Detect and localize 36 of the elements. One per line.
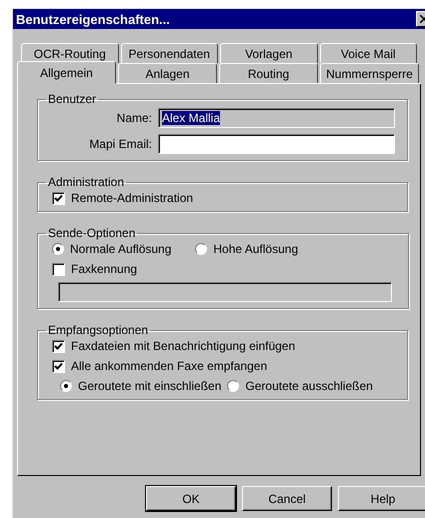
group-title: Sende-Optionen	[47, 226, 136, 240]
field-value: Alex Mallia	[162, 111, 220, 125]
group-title: Empfangsoptionen	[47, 323, 150, 337]
group-title: Benutzer	[47, 92, 98, 106]
radio-label: Geroutete mit einschließen	[78, 379, 222, 393]
field-label: Mapi Email:	[88, 137, 152, 151]
text-field[interactable]	[158, 134, 395, 154]
checkbox-label: Faxdateien mit Benachrichtigung einfügen	[71, 339, 296, 353]
dialog-button[interactable]: OK	[146, 486, 236, 511]
tab[interactable]: Routing	[219, 63, 318, 83]
radio-button[interactable]	[195, 243, 208, 255]
dialog-button[interactable]: Help	[338, 486, 425, 511]
checkbox-label: Faxkennung	[71, 262, 138, 276]
radio-button[interactable]	[227, 380, 240, 392]
radio-label: Normale Auflösung	[70, 242, 172, 256]
tab[interactable]: Voice Mail	[320, 43, 417, 63]
checkbox[interactable]	[52, 360, 65, 372]
radio-button[interactable]	[52, 243, 64, 255]
radio-label: Geroutete ausschließen	[245, 379, 373, 393]
checkbox[interactable]	[52, 262, 65, 276]
radio-label: Hohe Auflösung	[213, 242, 298, 256]
checkbox[interactable]	[52, 340, 65, 352]
field-label: Name:	[116, 111, 152, 125]
tab[interactable]: Anlagen	[118, 63, 217, 83]
tab[interactable]: Allgemein	[17, 61, 116, 84]
radio-button[interactable]	[60, 380, 72, 392]
checkbox-label: Remote-Administration	[71, 191, 194, 205]
group-title: Administration	[47, 175, 126, 189]
window-title: Benutzereigenschaften...	[16, 12, 170, 26]
tab[interactable]: Personendaten	[120, 43, 218, 63]
tab[interactable]: Nummernsperre	[320, 63, 419, 83]
dialog-button[interactable]: Cancel	[242, 486, 332, 511]
tab[interactable]: Vorlagen	[220, 43, 318, 63]
checkbox[interactable]	[52, 192, 65, 204]
tab[interactable]: OCR-Routing	[21, 43, 118, 63]
checkbox-label: Alle ankommenden Faxe empfangen	[71, 359, 268, 373]
